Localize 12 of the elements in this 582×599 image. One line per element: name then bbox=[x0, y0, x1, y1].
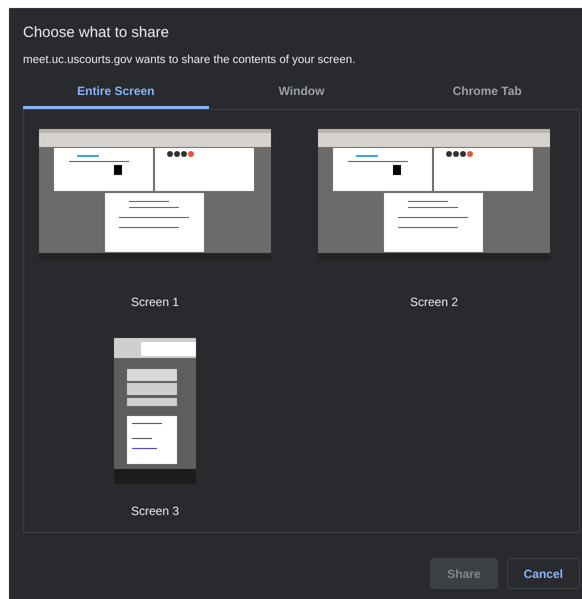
dialog-message: meet.uc.uscourts.gov wants to share the contents of your screen. bbox=[23, 54, 356, 66]
screen-label[interactable]: Screen 2 bbox=[410, 295, 458, 309]
tab[interactable]: Window bbox=[208, 79, 394, 109]
screen-label[interactable]: Screen 3 bbox=[130, 504, 180, 518]
tab[interactable]: Chrome Tab bbox=[394, 79, 580, 109]
cancel-button[interactable]: Cancel bbox=[506, 558, 580, 589]
tab[interactable]: Entire Screen bbox=[23, 79, 209, 109]
screen-label[interactable]: Screen 1 bbox=[130, 295, 180, 309]
screen-option[interactable]: Screen 3 bbox=[30, 338, 280, 518]
screen-option[interactable]: Screen 2 bbox=[309, 129, 559, 309]
screen-option[interactable]: Screen 1 bbox=[30, 129, 280, 309]
dialog-title: Choose what to share bbox=[23, 24, 170, 41]
